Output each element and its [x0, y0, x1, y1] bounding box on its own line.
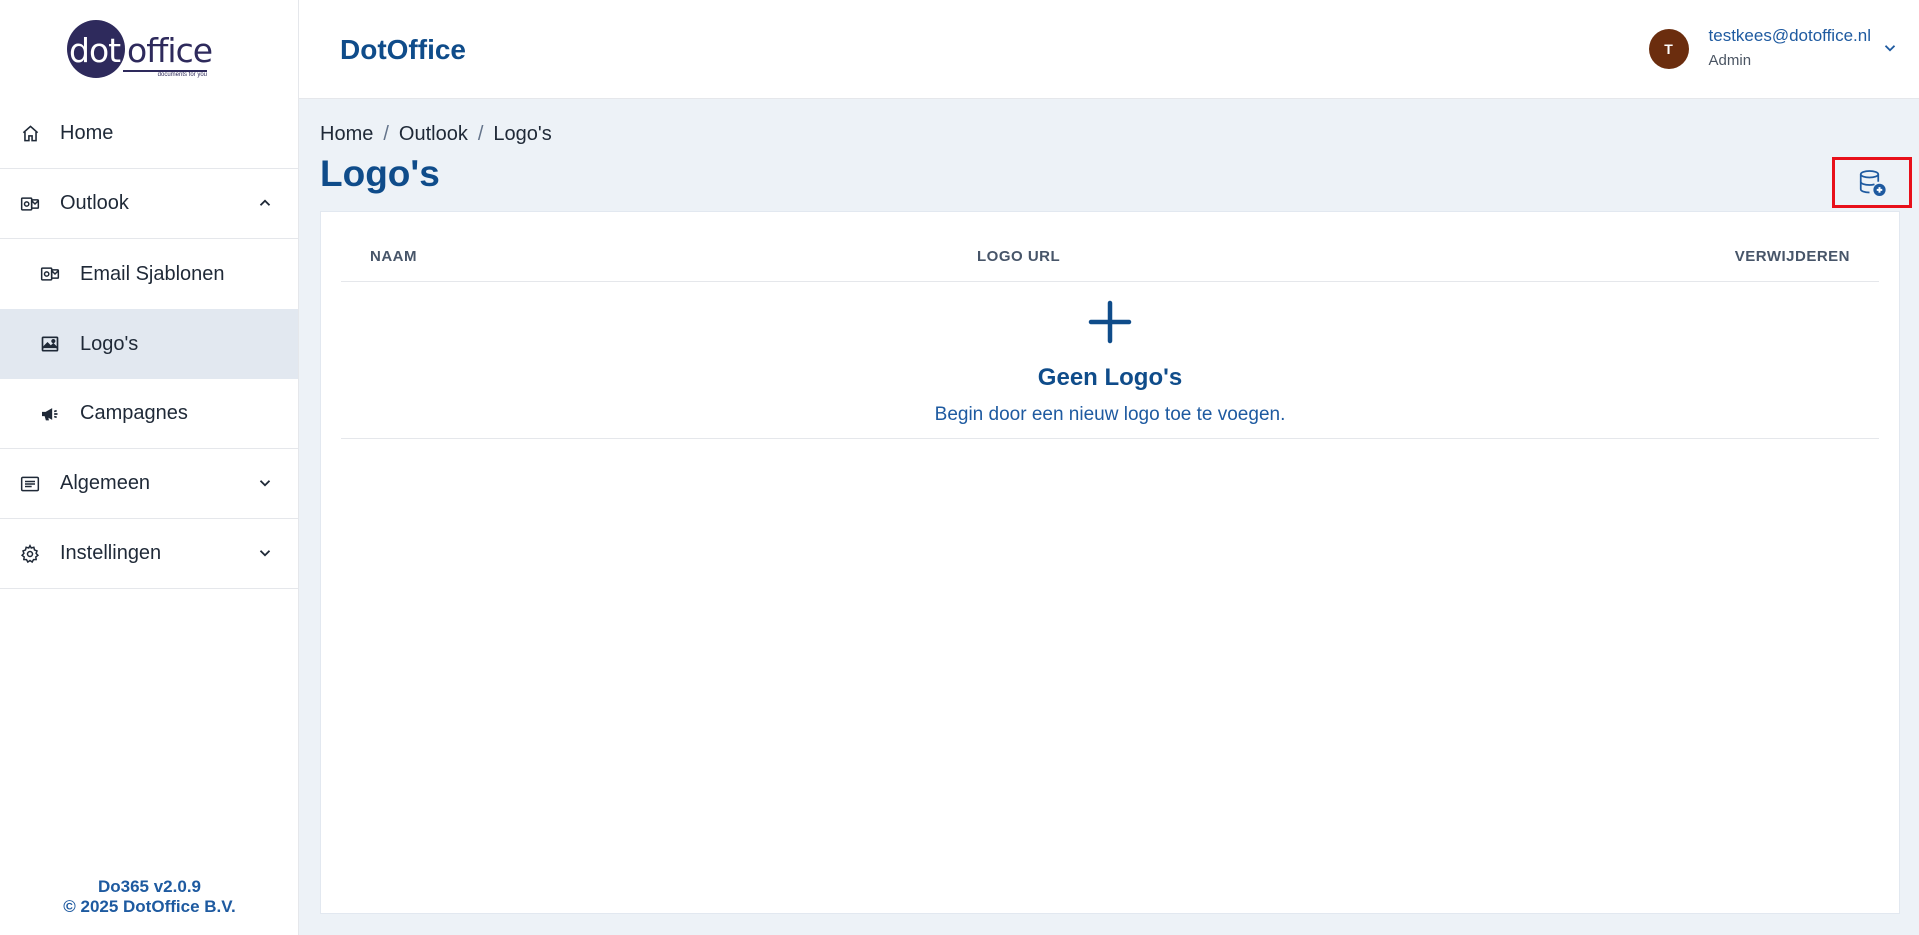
- user-menu[interactable]: T testkees@dotoffice.nl Admin: [1648, 26, 1899, 69]
- megaphone-icon: [40, 404, 60, 424]
- user-role: Admin: [1708, 52, 1752, 69]
- database-add-icon: [1859, 169, 1886, 196]
- logo-text-office: office: [127, 30, 213, 70]
- app-version: Do365 v2.0.9: [97, 877, 201, 896]
- empty-state-title: Geen Logo's: [1037, 364, 1183, 391]
- column-header-verwijderen: VERWIJDEREN: [1734, 248, 1850, 265]
- empty-state: Geen Logo's Begin door een nieuw logo to…: [341, 282, 1879, 439]
- home-icon: [20, 124, 40, 144]
- breadcrumb-outlook[interactable]: Outlook: [399, 123, 468, 145]
- plus-icon[interactable]: [1088, 300, 1132, 344]
- sidebar-item-label: Home: [60, 122, 114, 144]
- chevron-up-icon[interactable]: [256, 194, 274, 212]
- chevron-down-icon[interactable]: [256, 544, 274, 562]
- table-header: NAAM LOGO URL VERWIJDEREN: [341, 212, 1879, 282]
- breadcrumb-separator: /: [383, 123, 389, 145]
- sidebar-footer: Do365 v2.0.9 © 2025 DotOffice B.V.: [0, 877, 299, 917]
- sidebar: dot office documents for you Home Outloo…: [0, 0, 299, 935]
- user-info: testkees@dotoffice.nl Admin: [1709, 26, 1871, 69]
- breadcrumb-current: Logo's: [493, 123, 552, 145]
- chevron-down-icon[interactable]: [256, 474, 274, 492]
- user-email: testkees@dotoffice.nl: [1708, 26, 1871, 45]
- outlook-icon: [40, 264, 60, 284]
- sidebar-item-label: Logo's: [80, 332, 139, 355]
- logo-tagline: documents for you: [123, 69, 207, 79]
- sidebar-item-instellingen[interactable]: Instellingen: [0, 519, 298, 589]
- logo-area: dot office documents for you: [0, 0, 298, 99]
- top-bar: DotOffice T testkees@dotoffice.nl Admin: [299, 0, 1919, 99]
- sidebar-item-email-sjablonen[interactable]: Email Sjablonen: [0, 239, 298, 309]
- sidebar-item-label: Email Sjablonen: [80, 262, 225, 285]
- sidebar-item-home[interactable]: Home: [0, 99, 298, 169]
- sidebar-item-logos[interactable]: Logo's: [0, 309, 298, 379]
- sidebar-item-label: Campagnes: [80, 402, 188, 424]
- chevron-down-icon[interactable]: [1881, 39, 1899, 57]
- copyright-text: © 2025 DotOffice B.V.: [63, 897, 236, 916]
- empty-state-subtitle: Begin door een nieuw logo toe te voegen.: [934, 404, 1286, 425]
- outlook-icon: [20, 194, 40, 214]
- gear-icon: [20, 543, 40, 564]
- main-content: Home / Outlook / Logo's Logo's NAAM LOGO URL…: [299, 99, 1919, 935]
- page-title: Logo's: [320, 153, 440, 194]
- sidebar-item-label: Instellingen: [60, 542, 162, 564]
- logo-text-dot: dot: [69, 30, 121, 70]
- sidebar-item-label: Algemeen: [60, 472, 151, 494]
- column-header-naam: NAAM: [370, 248, 417, 265]
- sidebar-item-algemeen[interactable]: Algemeen: [0, 449, 298, 519]
- sidebar-item-outlook[interactable]: Outlook: [0, 169, 298, 239]
- column-header-logo-url: LOGO URL: [977, 248, 1061, 265]
- logos-table-card: NAAM LOGO URL VERWIJDEREN Geen Logo's Be…: [320, 211, 1900, 914]
- image-icon: [40, 334, 60, 354]
- breadcrumb-separator: /: [477, 123, 484, 145]
- add-logo-button[interactable]: [1832, 157, 1912, 208]
- avatar[interactable]: T: [1648, 29, 1689, 69]
- brand-title: DotOffice: [340, 34, 466, 65]
- dotoffice-logo[interactable]: dot office documents for you: [67, 19, 213, 81]
- sidebar-item-campagnes[interactable]: Campagnes: [0, 379, 298, 449]
- breadcrumb-home[interactable]: Home: [320, 123, 373, 145]
- list-icon: [20, 474, 40, 494]
- breadcrumb: Home / Outlook / Logo's: [320, 123, 552, 146]
- sidebar-item-label: Outlook: [60, 192, 129, 214]
